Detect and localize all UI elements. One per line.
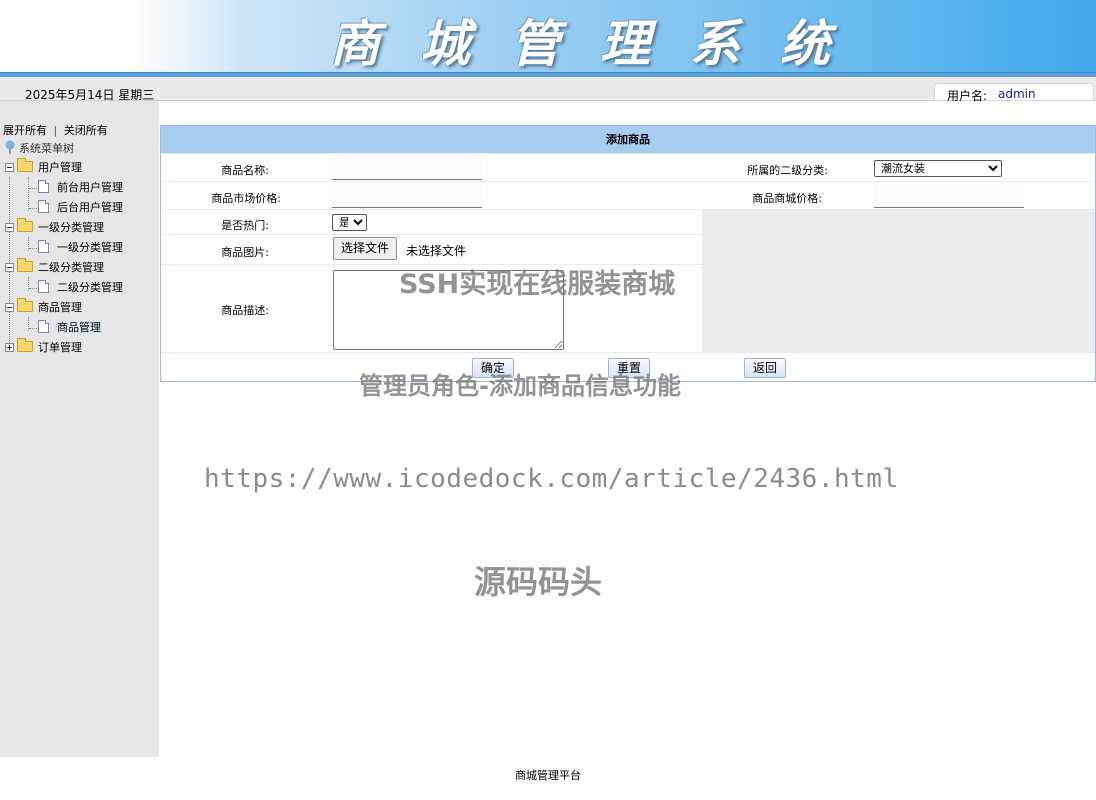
system-tree-icon: [4, 140, 16, 154]
tree-node-label: 订单管理: [38, 341, 82, 354]
sidebar: 展开所有 | 关闭所有 系统菜单树 用户管理 前台用户管理 后台用户管理 一级分…: [0, 101, 159, 757]
folder-open-icon: [17, 218, 33, 232]
tree-node-user-mgmt[interactable]: 用户管理: [5, 158, 84, 176]
folder-open-icon: [17, 158, 33, 172]
tree-leaf-label: 前台用户管理: [57, 181, 123, 194]
user-info: 用户名: admin: [934, 83, 1094, 103]
choose-file-button[interactable]: 选择文件: [333, 237, 398, 260]
footer-text: 商城管理平台: [515, 769, 581, 782]
tree-leaf-label: 一级分类管理: [57, 241, 123, 254]
watermark-url: https://www.icodedock.com/article/2436.h…: [204, 464, 899, 494]
folder-closed-icon: [17, 338, 33, 352]
tree-root[interactable]: 系统菜单树: [4, 140, 74, 156]
tree-leaf-label: 后台用户管理: [57, 201, 123, 214]
tree-node-product-mgmt[interactable]: 商品管理: [5, 298, 84, 316]
tree-leaf-back-user-mgmt[interactable]: 后台用户管理: [38, 200, 125, 216]
tree-connector: [29, 188, 37, 189]
collapse-icon[interactable]: [5, 223, 14, 232]
hot-select[interactable]: 是: [332, 214, 367, 231]
tree-connector: [28, 177, 29, 211]
expand-all-link[interactable]: 展开所有: [3, 124, 47, 137]
tree-connector: [29, 248, 37, 249]
tree-leaf-category1-mgmt[interactable]: 一级分类管理: [38, 240, 125, 256]
shop-price-input[interactable]: [874, 184, 1024, 208]
subcategory-label: 所属的二级分类:: [747, 164, 828, 177]
product-name-label: 商品名称:: [221, 164, 269, 177]
form-title: 添加商品: [161, 126, 1095, 153]
tree-node-order-mgmt[interactable]: 订单管理: [5, 338, 84, 356]
tree-leaf-product-mgmt[interactable]: 商品管理: [38, 320, 103, 336]
expand-icon[interactable]: [5, 343, 14, 352]
tree-node-category1-mgmt[interactable]: 一级分类管理: [5, 218, 106, 236]
tree-leaf-label: 商品管理: [55, 321, 103, 334]
tree-leaf-label: 二级分类管理: [57, 281, 123, 294]
tree-connector: [29, 328, 37, 329]
tree-node-label: 二级分类管理: [38, 261, 104, 274]
collapse-icon[interactable]: [5, 263, 14, 272]
form-row: 是否热门: 是: [161, 209, 702, 234]
shop-price-label: 商品商城价格:: [752, 192, 822, 205]
tree-connector: [29, 288, 37, 289]
file-status: 未选择文件: [406, 244, 467, 258]
form-row: 商品名称: 所属的二级分类: 潮流女装: [161, 153, 1095, 181]
subcategory-select[interactable]: 潮流女装: [874, 160, 1002, 177]
collapse-icon[interactable]: [5, 163, 14, 172]
tree-leaf-front-user-mgmt[interactable]: 前台用户管理: [38, 180, 125, 196]
market-price-input[interactable]: [332, 184, 482, 208]
page-icon: [38, 240, 49, 253]
tree-leaf-category2-mgmt[interactable]: 二级分类管理: [38, 280, 125, 296]
tree-node-category2-mgmt[interactable]: 二级分类管理: [5, 258, 106, 276]
page-icon: [38, 180, 49, 193]
user-label: 用户名:: [947, 89, 988, 103]
page-icon: [38, 320, 49, 333]
app-title: 商城管理系统: [330, 14, 870, 73]
form-row: 商品市场价格: 商品商城价格:: [161, 181, 1095, 209]
form-row: 商品图片: 选择文件 未选择文件: [161, 234, 702, 264]
back-button[interactable]: 返回: [744, 358, 786, 378]
watermark-subtitle: 管理员角色-添加商品信息功能: [359, 372, 681, 400]
product-name-input[interactable]: [332, 156, 482, 180]
tree-node-label: 用户管理: [38, 161, 82, 174]
tree-controls: 展开所有 | 关闭所有: [3, 122, 108, 138]
folder-open-icon: [17, 298, 33, 312]
folder-open-icon: [17, 258, 33, 272]
header-banner: 商城管理系统: [0, 0, 1096, 74]
info-bar: 2025年5月14日 星期三 用户名: admin: [0, 77, 1096, 103]
hot-label: 是否热门:: [221, 219, 269, 232]
add-product-form: 添加商品 商品名称: 所属的二级分类: 潮流女装 商品市场价格: 商品商城价格:…: [160, 125, 1096, 382]
watermark-brand: 源码码头: [474, 563, 603, 601]
market-price-label: 商品市场价格:: [211, 192, 281, 205]
tree-root-label: 系统菜单树: [19, 142, 74, 155]
page-icon: [38, 280, 49, 293]
separator: |: [53, 124, 58, 137]
watermark-title: SSH实现在线服装商城: [399, 269, 676, 300]
product-desc-label: 商品描述:: [221, 304, 269, 317]
tree-connector: [29, 208, 37, 209]
product-image-label: 商品图片:: [221, 246, 269, 259]
page-icon: [38, 200, 49, 213]
username: admin: [998, 87, 1036, 101]
collapse-icon[interactable]: [5, 303, 14, 312]
tree-node-label: 一级分类管理: [38, 221, 104, 234]
tree-node-label: 商品管理: [38, 301, 82, 314]
collapse-all-link[interactable]: 关闭所有: [64, 124, 108, 137]
empty-panel: [702, 209, 1095, 352]
